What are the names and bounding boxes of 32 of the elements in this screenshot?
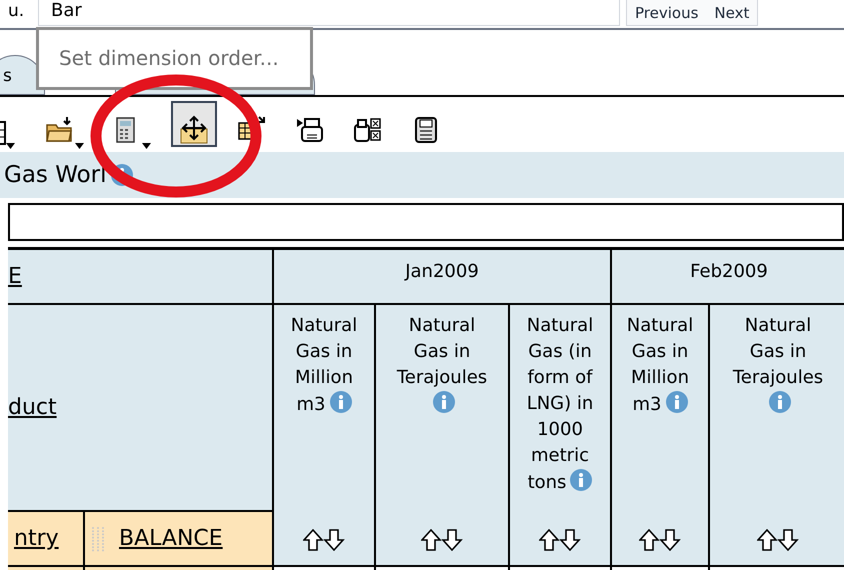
sort-arrows-icon[interactable] [639, 529, 681, 551]
tooltip: Set dimension order... [36, 27, 313, 90]
column-group-header: Jan2009 [274, 250, 610, 303]
info-icon[interactable] [433, 391, 455, 413]
move-icon [179, 114, 209, 144]
measure-label: Natural Gas (in form of LNG) in 1000 metric tons [526, 314, 594, 495]
dimension-link[interactable]: duct [8, 391, 57, 424]
sort-arrows-icon[interactable] [757, 529, 799, 551]
info-icon[interactable] [666, 391, 688, 413]
measure-label: Natural Gas in Million m3 [626, 314, 694, 417]
measure-label: Natural Gas in Terajoules [726, 313, 830, 418]
info-icon[interactable] [769, 391, 791, 413]
column-group-header: Feb2009 [612, 250, 844, 303]
report-title: Gas Worl [4, 160, 107, 190]
dimension-link[interactable]: ntry [14, 522, 59, 555]
field-label: u. [7, 0, 26, 22]
input-field[interactable]: Bar [38, 0, 620, 26]
info-icon[interactable] [330, 391, 352, 413]
nav-button[interactable]: Previous [635, 0, 698, 25]
nav-button[interactable]: Next [714, 0, 750, 25]
measure-label: Natural Gas in Terajoules [390, 313, 494, 418]
drag-handle-icon[interactable] [91, 526, 105, 552]
sort-arrows-icon[interactable] [539, 529, 581, 551]
measure-label: Natural Gas in Million m3 [290, 314, 358, 417]
text-field[interactable] [8, 203, 844, 241]
sort-arrows-icon[interactable] [303, 529, 345, 551]
toolbar-button[interactable] [171, 100, 217, 146]
sort-arrows-icon[interactable] [421, 529, 463, 551]
info-icon[interactable] [570, 469, 592, 491]
dimension-link[interactable]: BALANCE [119, 522, 223, 555]
dimension-link[interactable]: E [8, 260, 22, 293]
folder-icon [45, 114, 75, 144]
